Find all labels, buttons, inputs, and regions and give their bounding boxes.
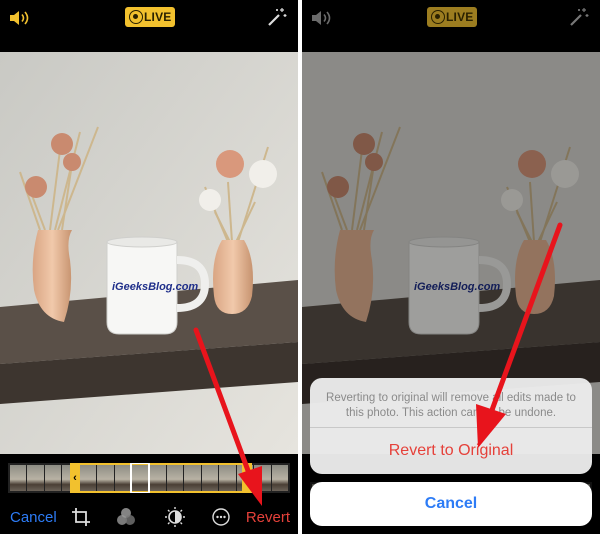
photo: iGeeksBlog.com: [0, 52, 298, 454]
right-screen: LIVE iGeeksBlog.com Reverting to origina…: [302, 0, 600, 534]
live-label: LIVE: [446, 10, 474, 24]
cancel-button[interactable]: Cancel: [10, 509, 57, 526]
adjust-icon[interactable]: [164, 506, 186, 528]
more-icon[interactable]: [210, 506, 232, 528]
trim-border-bottom: [80, 491, 242, 493]
magic-wand-icon[interactable]: [266, 6, 288, 28]
live-icon: [431, 10, 445, 24]
live-icon: [129, 10, 143, 24]
speaker-icon[interactable]: [8, 8, 34, 28]
trim-border-top: [80, 463, 242, 465]
magic-wand-icon[interactable]: [568, 6, 590, 28]
live-button[interactable]: LIVE: [125, 7, 175, 27]
photo-scene: [0, 52, 298, 454]
live-label: LIVE: [144, 10, 172, 24]
filters-icon[interactable]: [115, 506, 137, 528]
revert-action-sheet: Reverting to original will remove all ed…: [310, 378, 592, 474]
trim-handle-left[interactable]: ‹: [70, 463, 80, 493]
speaker-icon[interactable]: [310, 8, 336, 28]
live-button[interactable]: LIVE: [427, 7, 477, 27]
edit-toolbar: Cancel Revert: [0, 500, 298, 534]
top-bar: LIVE: [0, 0, 298, 52]
action-sheet-message: Reverting to original will remove all ed…: [326, 392, 576, 419]
top-bar: LIVE: [302, 0, 600, 52]
revert-button[interactable]: Revert: [246, 509, 290, 526]
trim-handle-right[interactable]: ›: [242, 463, 252, 493]
live-photo-scrubber[interactable]: ‹ ›: [8, 463, 290, 493]
crop-icon[interactable]: [70, 506, 92, 528]
left-screen: LIVE iGeeksBlog.com ‹ › Cancel Revert: [0, 0, 298, 534]
mug-logo-text: iGeeksBlog.com: [112, 281, 199, 293]
action-sheet-cancel-button[interactable]: Cancel: [310, 482, 592, 526]
key-photo-selector[interactable]: [130, 463, 150, 493]
revert-to-original-button[interactable]: Revert to Original: [310, 428, 592, 474]
